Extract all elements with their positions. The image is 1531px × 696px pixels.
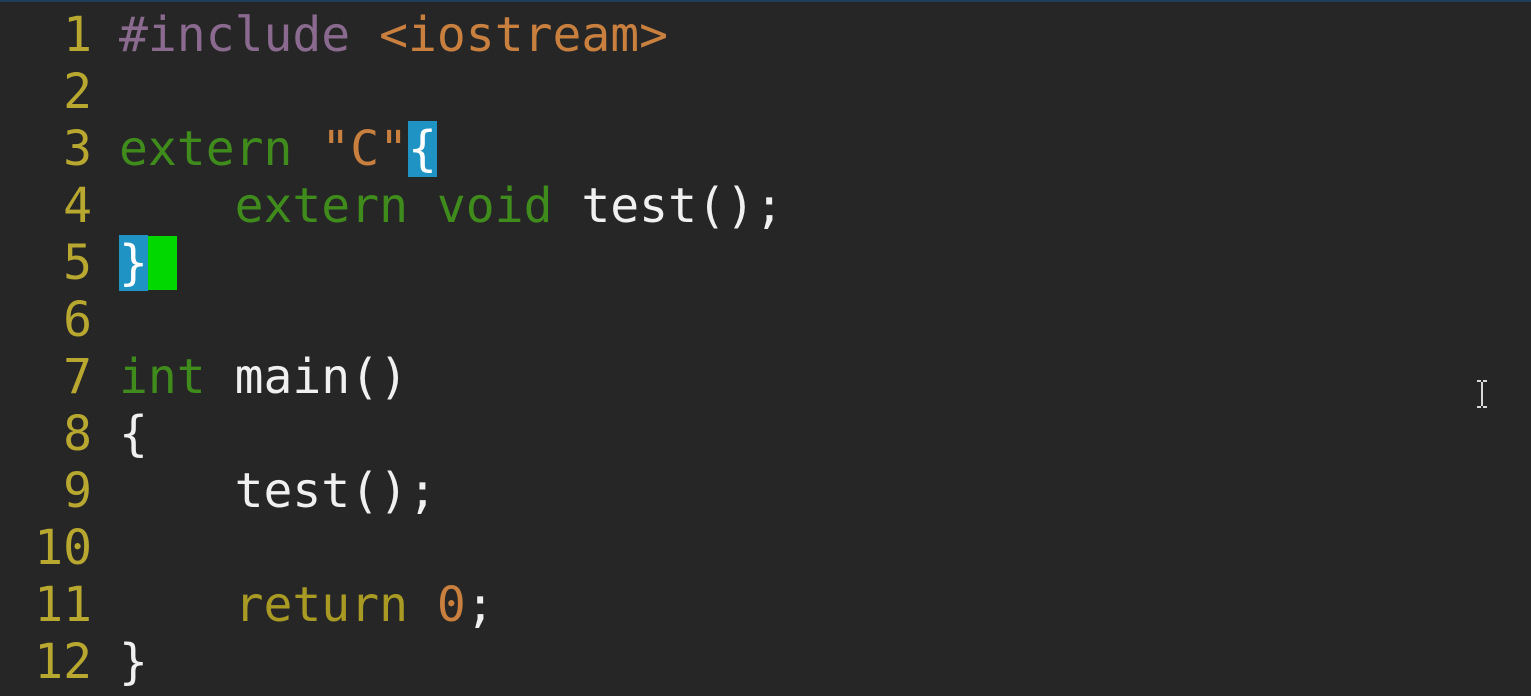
code-line[interactable]: 1 #include <iostream> [0,7,1531,64]
code-editor[interactable]: 1 #include <iostream> 2 3 extern "C"{4 exter… [0,0,1531,696]
line-number: 11 [34,577,92,633]
code-token: main() [234,349,408,405]
code-line[interactable]: 10 [0,520,1531,577]
code-line[interactable]: 12} [0,634,1531,691]
code-line[interactable]: 9 test(); [0,463,1531,520]
line-number: 6 [63,292,92,348]
line-content[interactable]: #include <iostream> [92,7,1531,64]
line-number: 8 [63,406,92,462]
preprocessor-token: #include [119,7,380,63]
code-line[interactable]: 2 [0,64,1531,121]
code-line[interactable]: 7 int main() [0,349,1531,406]
code-line[interactable]: 5} [0,235,1531,292]
keyword-token: int [119,349,235,405]
code-token: test(); [119,463,437,519]
string-token: "C" [321,121,408,177]
line-content[interactable] [92,64,1531,121]
code-token: test(); [581,178,784,234]
line-content[interactable]: return 0; [92,577,1531,634]
line-number: 1 [63,7,92,63]
line-content[interactable]: test(); [92,463,1531,520]
line-number: 2 [63,64,92,120]
string-token: <iostream> [379,7,669,63]
text-cursor [147,236,177,290]
line-number: 3 [63,121,92,177]
code-line[interactable]: 6 [0,292,1531,349]
line-content[interactable]: int main() [92,349,1531,406]
keyword-token: extern void [234,178,582,234]
code-line[interactable]: 11 return 0; [0,577,1531,634]
line-content[interactable]: extern "C"{ [92,121,1531,178]
keyword-token: extern [119,121,322,177]
line-number: 4 [63,178,92,234]
line-number: 10 [34,520,92,576]
number-token: 0 [436,577,466,633]
line-content[interactable]: { [92,406,1531,463]
return-keyword-token: return [234,577,437,633]
code-token: } [119,634,148,690]
code-line[interactable]: 3 extern "C"{ [0,121,1531,178]
line-content[interactable] [92,520,1531,577]
code-token: { [119,406,148,462]
code-token: ; [465,577,495,633]
line-number: 12 [34,634,92,690]
line-number: 5 [63,235,92,291]
line-number: 7 [63,349,92,405]
line-content[interactable]: } [92,634,1531,691]
line-content[interactable]: extern void test(); [92,178,1531,235]
line-content[interactable]: } [92,235,1531,292]
bracket-match-token: } [119,235,148,291]
text-cursor-ibeam-icon [1477,380,1487,408]
bracket-match-token: { [408,121,437,177]
line-content[interactable] [92,292,1531,349]
line-number: 9 [63,463,92,519]
code-line[interactable]: 4 extern void test(); [0,178,1531,235]
code-line[interactable]: 8{ [0,406,1531,463]
